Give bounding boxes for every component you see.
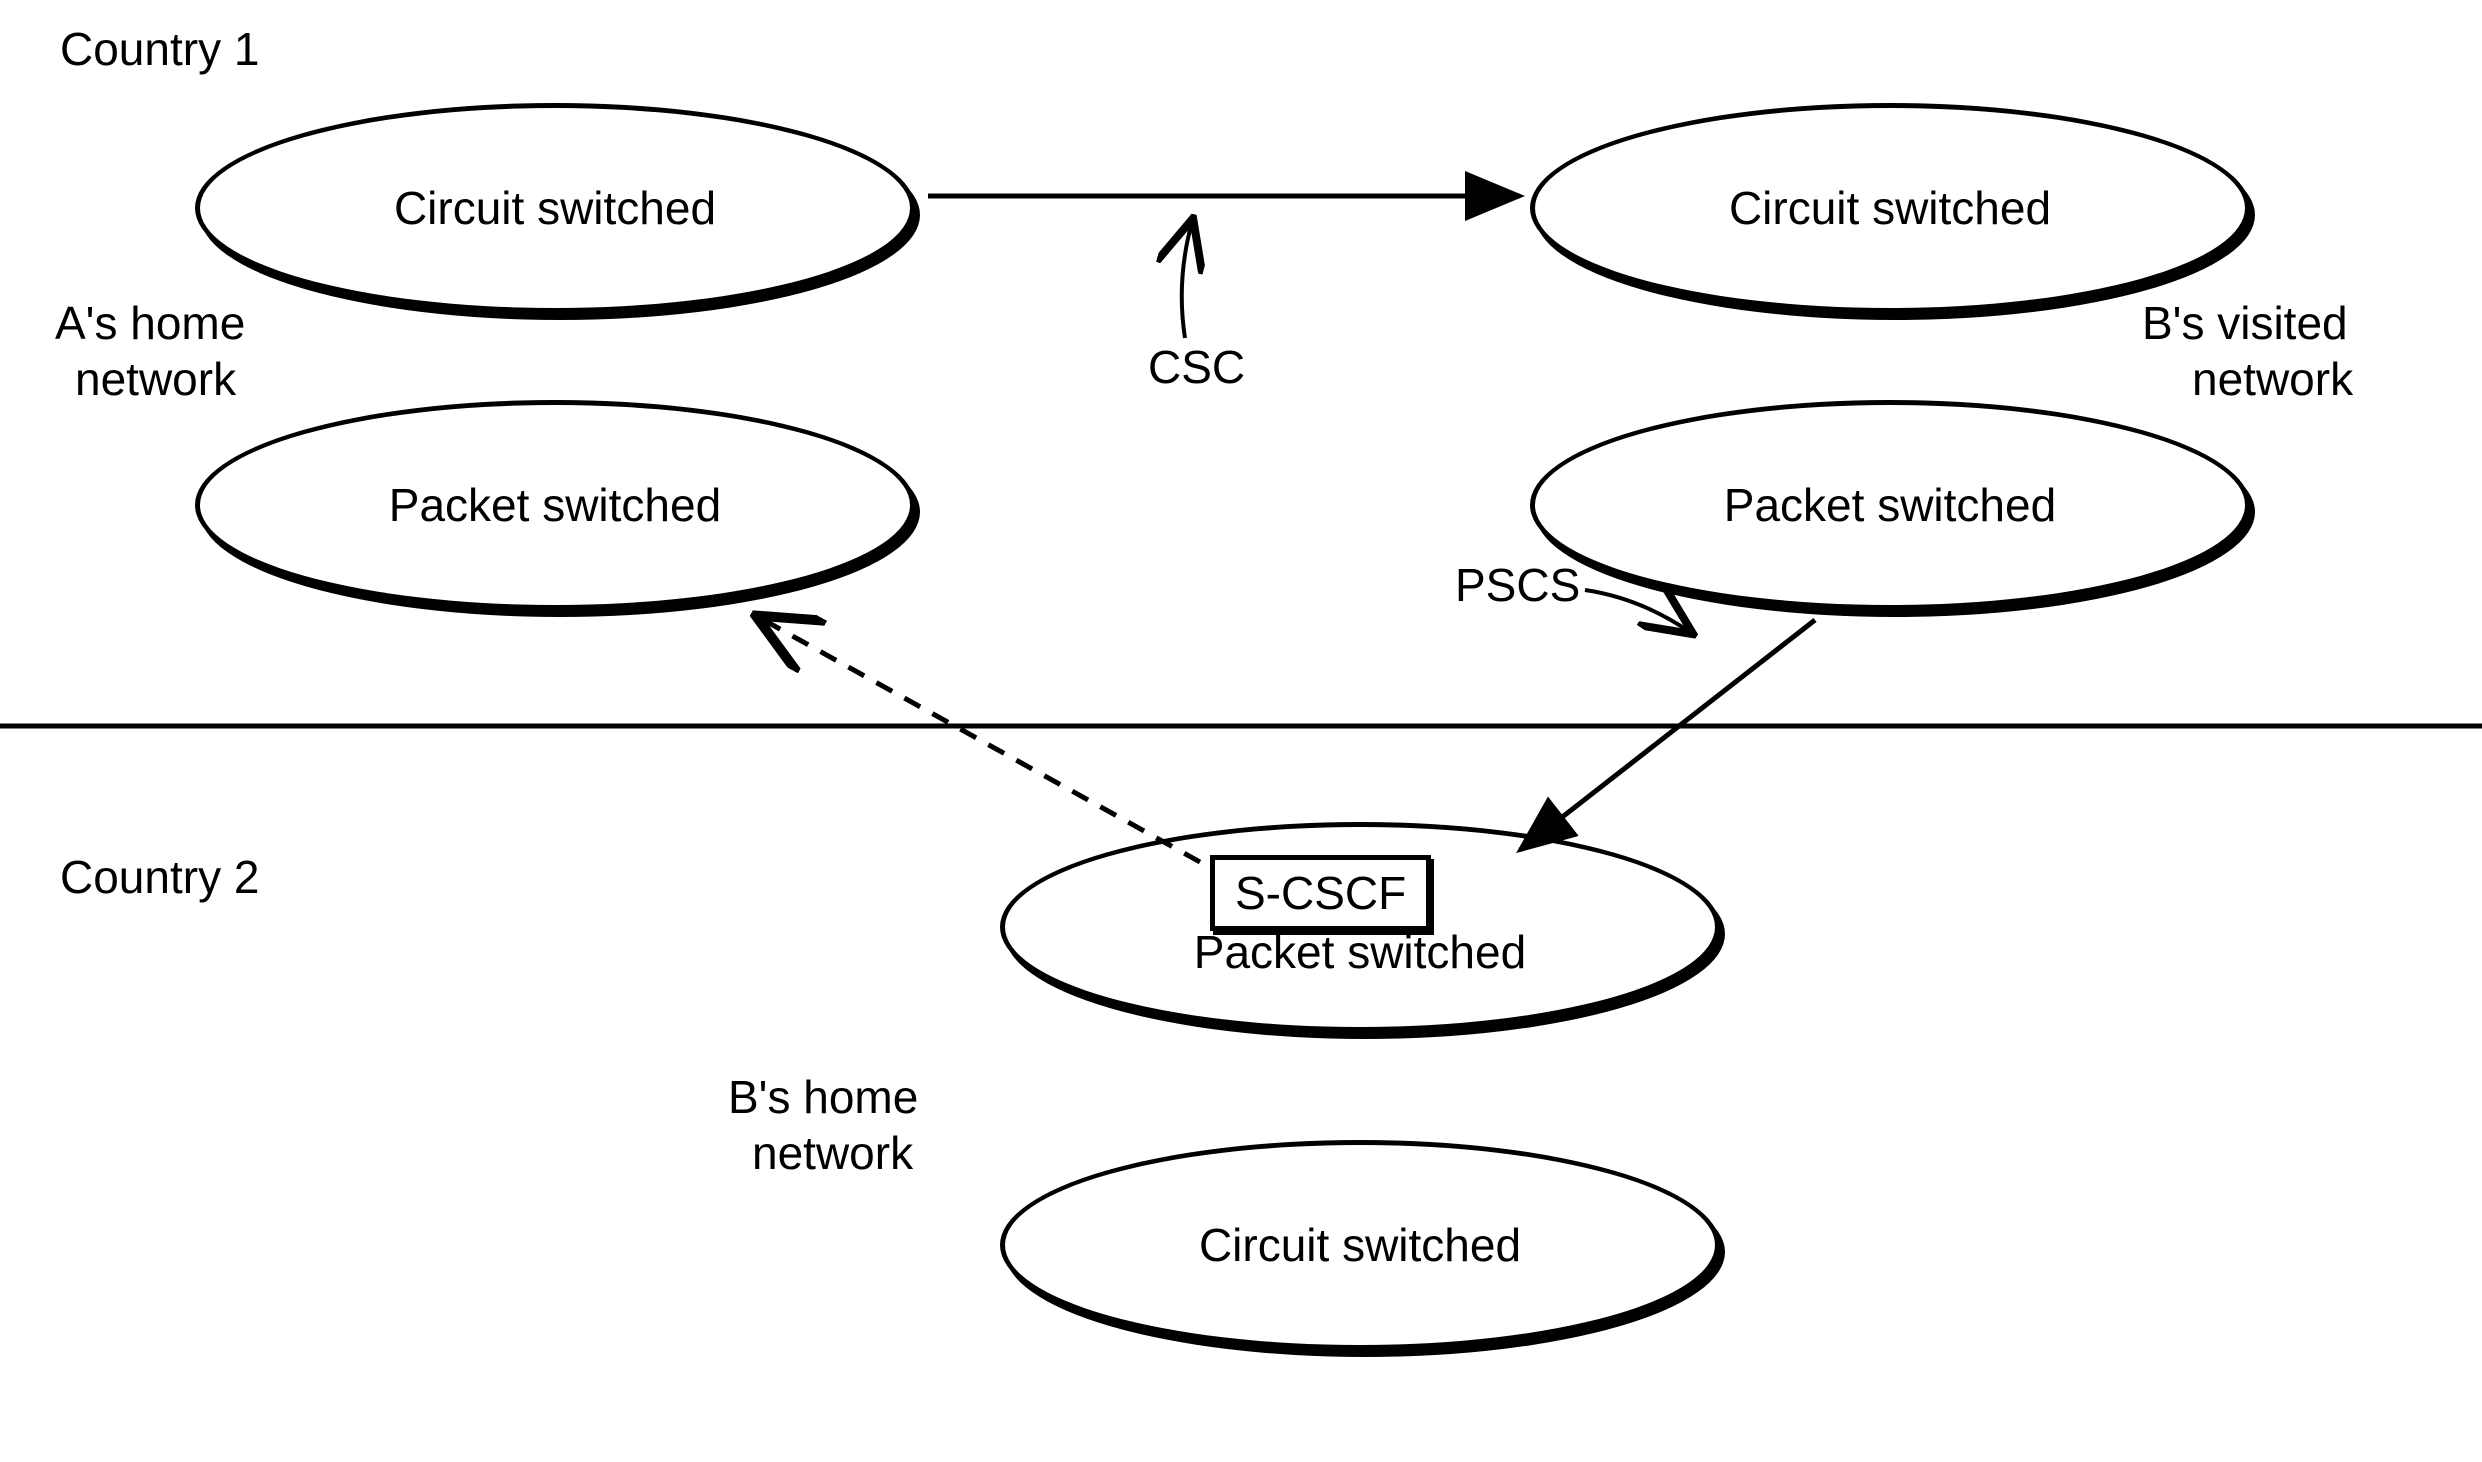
node-bh-cs: Circuit switched <box>1000 1140 1720 1350</box>
label-a-home-l2: network <box>75 352 236 406</box>
heading-country1: Country 1 <box>60 22 259 76</box>
node-bv-ps-label: Packet switched <box>1724 478 2056 532</box>
label-csc: CSC <box>1148 340 1245 394</box>
box-s-cscf-label: S-CSCF <box>1235 867 1406 919</box>
box-s-cscf: S-CSCF <box>1210 855 1431 931</box>
node-bh-cs-label: Circuit switched <box>1199 1218 1521 1272</box>
arrow-dashed-return <box>760 618 1200 862</box>
node-bh-ps-label: Packet switched <box>1194 925 1526 979</box>
label-b-home-l2: network <box>752 1126 913 1180</box>
label-b-visited-l2: network <box>2192 352 2353 406</box>
node-bv-ps: Packet switched <box>1530 400 2250 610</box>
node-bv-cs: Circuit switched <box>1530 103 2250 313</box>
pointer-pscs <box>1585 590 1690 632</box>
node-a-cs: Circuit switched <box>195 103 915 313</box>
label-pscs: PSCS <box>1455 558 1580 612</box>
label-a-home-l1: A's home <box>55 296 245 350</box>
node-a-ps-label: Packet switched <box>389 478 721 532</box>
heading-country2: Country 2 <box>60 850 259 904</box>
node-a-ps: Packet switched <box>195 400 915 610</box>
label-b-visited-l1: B's visited <box>2142 296 2348 350</box>
label-b-home-l1: B's home <box>728 1070 918 1124</box>
node-a-cs-label: Circuit switched <box>394 181 716 235</box>
pointer-csc <box>1182 222 1192 338</box>
arrow-pscs <box>1520 620 1815 850</box>
node-bv-cs-label: Circuit switched <box>1729 181 2051 235</box>
